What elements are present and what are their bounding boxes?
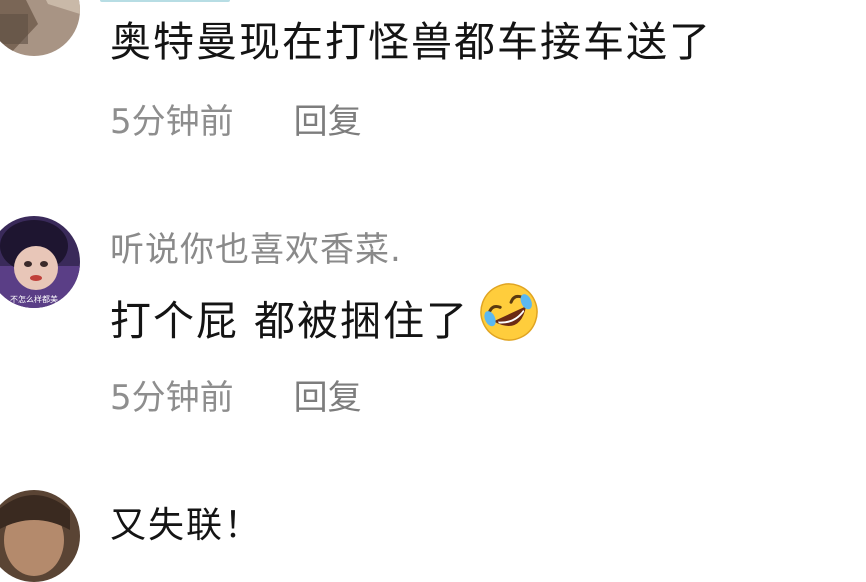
avatar[interactable] (0, 0, 80, 56)
avatar[interactable] (0, 490, 80, 582)
timestamp: 5分钟前 (110, 378, 234, 418)
comment-text: 打个屁 都被捆住了 (110, 280, 541, 354)
comment-meta: 5分钟前 回复 (110, 94, 362, 143)
avatar[interactable]: 不怎么样都美 (0, 216, 80, 308)
comment-meta: 5分钟前 回复 (110, 370, 362, 419)
username[interactable]: 听说你也喜欢香菜. (110, 222, 402, 271)
comment-text-content: 打个屁 都被捆住了 (110, 297, 470, 345)
username-highlight (100, 0, 230, 2)
avatar-caption: 不怎么样都美 (10, 294, 58, 304)
reply-button[interactable]: 回复 (294, 94, 362, 143)
timestamp: 5分钟前 (110, 102, 234, 142)
comment-text: 又失联！ (110, 505, 263, 546)
reply-button[interactable]: 回复 (294, 370, 362, 419)
rolling-on-floor-laughing-icon (477, 280, 541, 354)
comment-text: 奥特曼现在打怪兽都车接车送了 (110, 18, 712, 66)
